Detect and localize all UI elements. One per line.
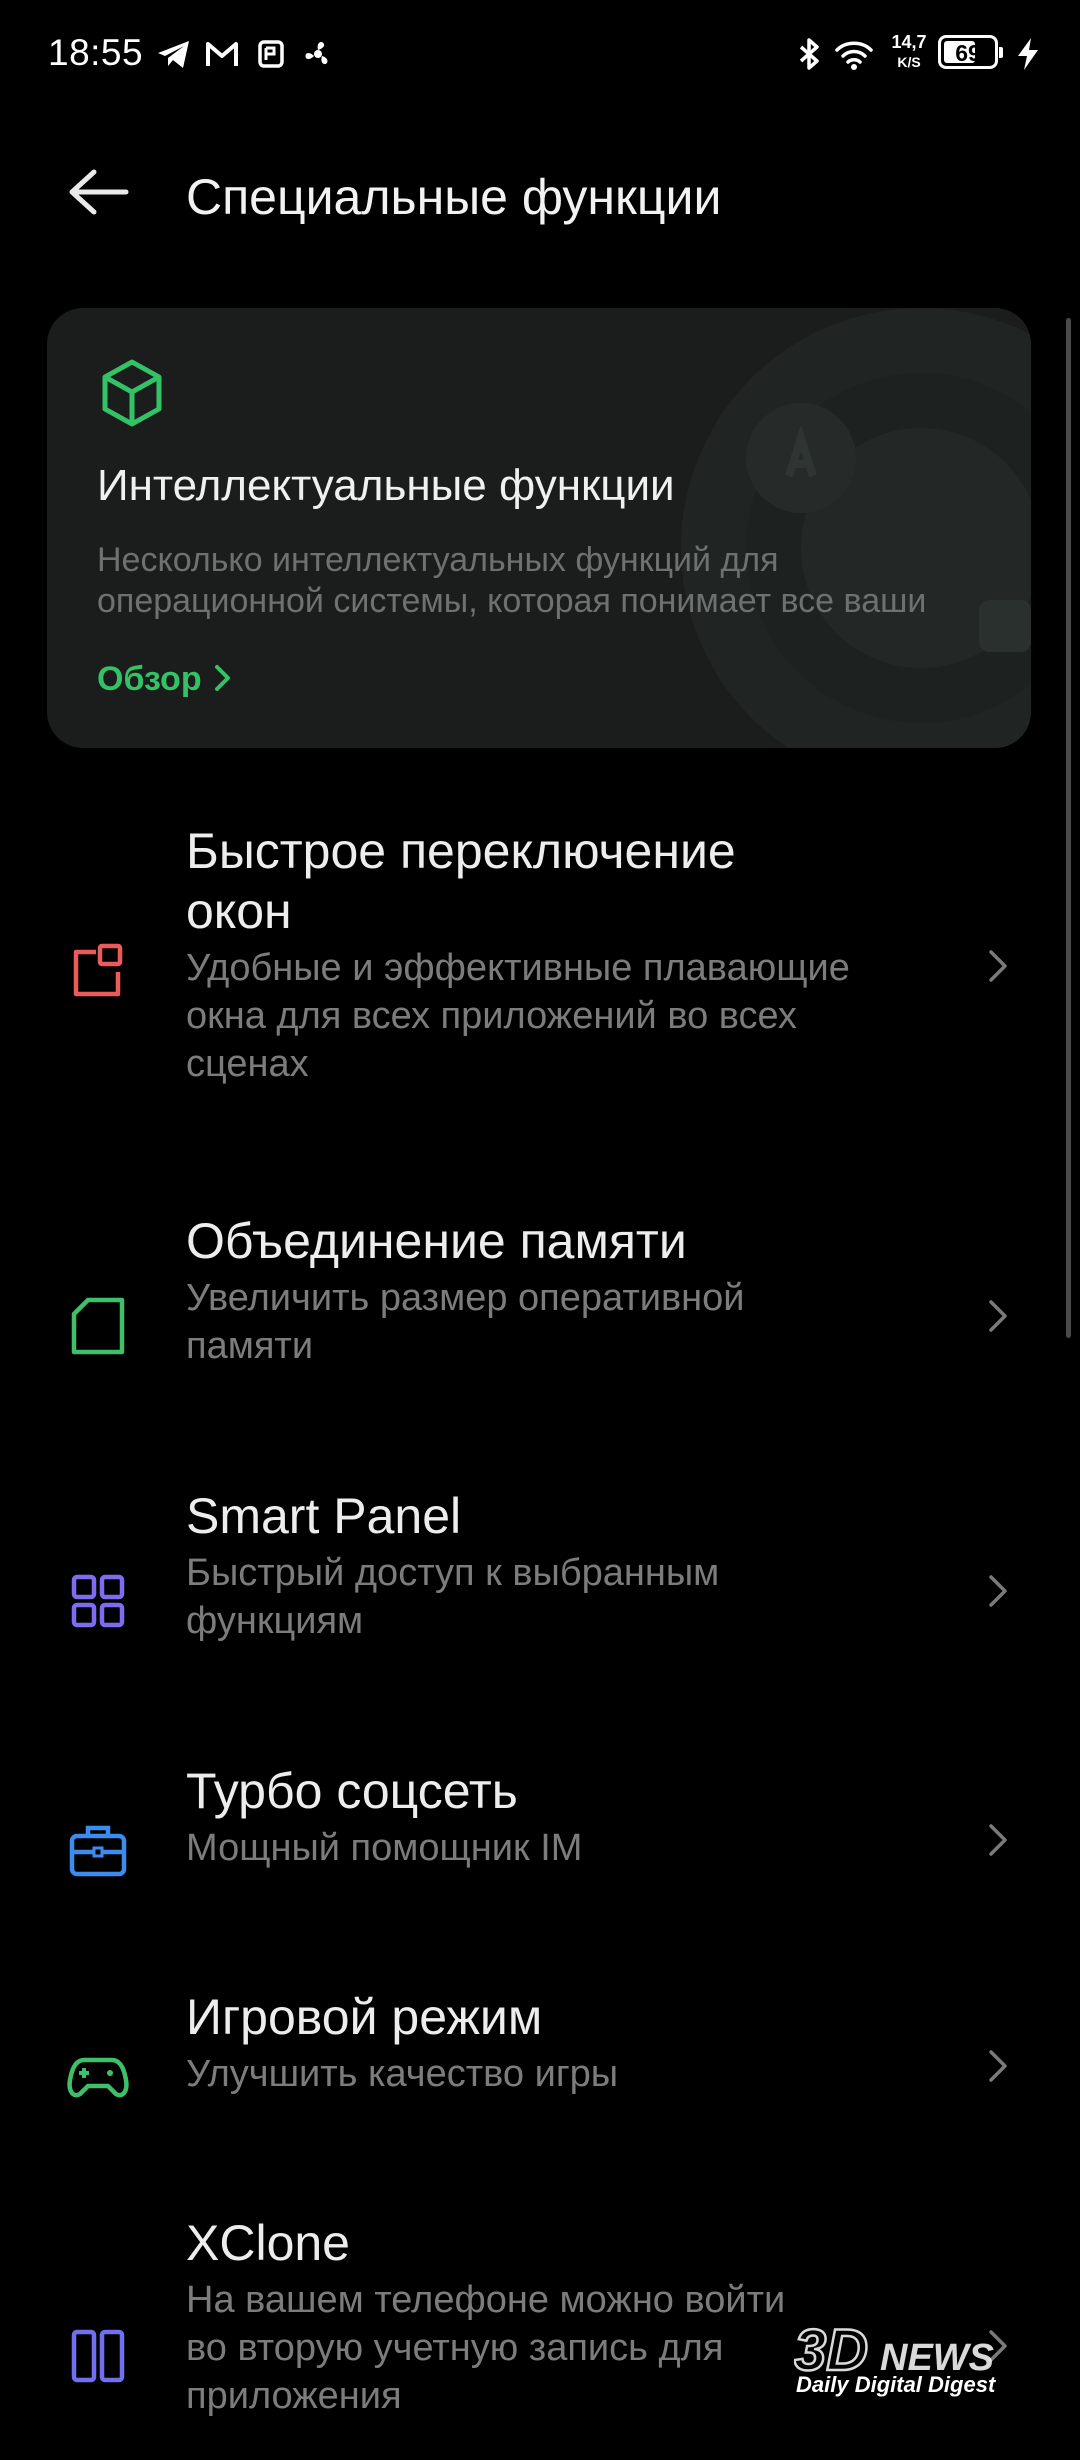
list-item-subtitle: Мощный помощник IM — [186, 1827, 583, 1869]
list-item-game-mode[interactable]: Игровой режим Улучшить качество игры — [0, 1986, 1080, 2116]
status-bar: 18:55 14,7 K/S 69 — [0, 0, 1080, 110]
overview-link-label: Обзор — [97, 660, 202, 698]
list-item-title: Объединение памяти — [186, 1213, 687, 1269]
list-item-title: окон — [186, 883, 292, 939]
list-item-text: Турбо соцсеть Мощный помощник IM — [186, 1760, 946, 1872]
back-arrow-icon[interactable] — [60, 158, 140, 238]
list-item-subtitle: Быстрый доступ к выбранным — [186, 1552, 720, 1594]
scroll-indicator[interactable] — [1066, 318, 1071, 1338]
chevron-right-icon — [989, 1575, 1007, 1607]
gamepad-icon — [67, 2057, 129, 2098]
list-item-subtitle: функциям — [186, 1600, 364, 1642]
intelligent-features-card[interactable]: Интеллектуальные функции Несколько интел… — [47, 308, 1031, 748]
card-decoration-graphic — [681, 308, 1031, 748]
list-item-subtitle: Удобные и эффективные плавающие — [186, 947, 850, 989]
list-item-text: Игровой режим Улучшить качество игры — [186, 1986, 946, 2098]
list-item-title: Игровой режим — [186, 1989, 543, 2045]
list-item-memory-extension[interactable]: Объединение памяти Увеличить размер опер… — [0, 1210, 1080, 1390]
battery-level: 69 — [955, 40, 981, 66]
list-item-subtitle: Улучшить качество игры — [186, 2053, 619, 2095]
chevron-right-icon — [214, 665, 230, 691]
list-item-subtitle: окна для всех приложений во всех — [186, 995, 797, 1037]
dual-app-icon — [71, 2329, 125, 2383]
overview-link[interactable]: Обзор — [97, 656, 234, 702]
list-item-subtitle: сценах — [186, 1043, 309, 1085]
cube-icon — [102, 359, 162, 427]
nfc-app-icon — [258, 40, 284, 68]
status-time: 18:55 — [48, 32, 144, 73]
chevron-right-icon — [989, 950, 1007, 982]
card-description-line: операционной системы, которая понимает в… — [97, 582, 927, 620]
list-item-text: Быстрое переключение окон Удобные и эффе… — [186, 820, 946, 1088]
page-title: Специальные функции — [186, 169, 722, 225]
list-item-text: Объединение памяти Увеличить размер опер… — [186, 1210, 946, 1370]
floating-window-icon — [73, 943, 123, 997]
chevron-right-icon — [989, 2050, 1007, 2082]
chevron-right-icon — [989, 1824, 1007, 1856]
list-item-text: Smart Panel Быстрый доступ к выбранным ф… — [186, 1485, 946, 1645]
list-item-subtitle: памяти — [186, 1325, 314, 1367]
watermark-tagline: Daily Digital Digest — [796, 2372, 996, 2397]
network-speed-value: 14,7 — [891, 32, 927, 52]
card-description: Несколько интеллектуальных функций для о… — [97, 540, 977, 622]
list-item-turbo-social[interactable]: Турбо соцсеть Мощный помощник IM — [0, 1760, 1080, 1890]
wifi-icon — [835, 41, 873, 70]
list-item-smart-panel[interactable]: Smart Panel Быстрый доступ к выбранным ф… — [0, 1485, 1080, 1665]
list-item-floating-windows[interactable]: Быстрое переключение окон Удобные и эффе… — [0, 820, 1080, 1120]
card-description-line: Несколько интеллектуальных функций для — [97, 541, 779, 579]
charging-icon — [1018, 38, 1038, 70]
list-item-title: Быстрое переключение — [186, 823, 736, 879]
grid-panel-icon — [71, 1574, 125, 1628]
telegram-icon — [158, 41, 189, 68]
card-title: Интеллектуальные функции — [97, 461, 675, 510]
list-item-title: Smart Panel — [186, 1488, 462, 1544]
network-speed-unit: K/S — [897, 54, 921, 70]
list-item-title: Турбо соцсеть — [186, 1763, 518, 1819]
briefcase-icon — [69, 1825, 127, 1877]
gmail-icon — [206, 42, 238, 66]
network-speed: 14,7 K/S — [884, 32, 934, 72]
bluetooth-icon — [799, 38, 819, 70]
battery-icon: 69 — [938, 35, 1003, 69]
chevron-right-icon — [989, 1300, 1007, 1332]
memory-card-icon — [71, 1297, 125, 1355]
list-item-subtitle: Увеличить размер оперативной — [186, 1277, 745, 1319]
fan-icon — [305, 42, 328, 65]
list-item-title: XClone — [186, 2215, 350, 2271]
